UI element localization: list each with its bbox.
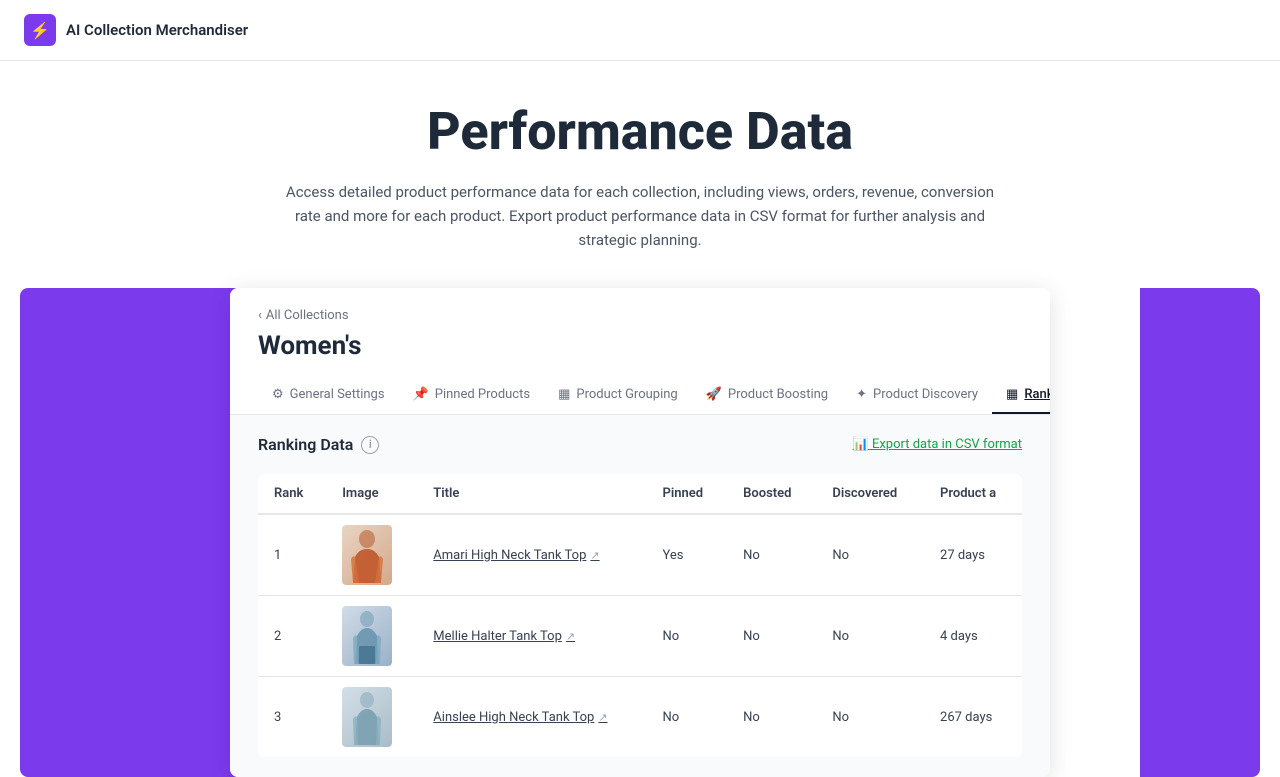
chevron-left-icon: ‹ bbox=[258, 308, 262, 323]
page-description: Access detailed product performance data… bbox=[280, 180, 1000, 252]
discovered-cell: No bbox=[816, 596, 924, 677]
boosted-cell: No bbox=[727, 596, 816, 677]
age-cell: 27 days bbox=[924, 514, 1022, 596]
section-title-text: Ranking Data bbox=[258, 435, 353, 454]
section-title-group: Ranking Data i bbox=[258, 435, 379, 454]
collection-title: Women's bbox=[258, 331, 1022, 361]
rank-cell: 1 bbox=[258, 514, 326, 596]
app-header: ‹ All Collections Women's ⚙ General Sett… bbox=[230, 288, 1050, 415]
col-boosted: Boosted bbox=[727, 474, 816, 514]
product-link-3[interactable]: Ainslee High Neck Tank Top ↗ bbox=[433, 710, 630, 725]
tab-navigation: ⚙ General Settings 📌 Pinned Products ▦ P… bbox=[258, 377, 1022, 414]
product-link-1[interactable]: Amari High Neck Tank Top ↗ bbox=[433, 548, 630, 563]
product-image-1 bbox=[342, 525, 392, 585]
pinned-cell: No bbox=[646, 596, 727, 677]
col-product-age: Product a bbox=[924, 474, 1022, 514]
top-navigation: ⚡ AI Collection Merchandiser bbox=[0, 0, 1280, 61]
app-title: AI Collection Merchandiser bbox=[66, 21, 248, 39]
rank-cell: 2 bbox=[258, 596, 326, 677]
discovery-icon: ✦ bbox=[856, 387, 867, 402]
app-frame: ‹ All Collections Women's ⚙ General Sett… bbox=[230, 288, 1050, 777]
purple-left-bg bbox=[20, 288, 255, 777]
back-link[interactable]: ‹ All Collections bbox=[258, 308, 1022, 323]
pinned-cell: Yes bbox=[646, 514, 727, 596]
col-title: Title bbox=[417, 474, 646, 514]
title-cell: Amari High Neck Tank Top ↗ bbox=[417, 514, 646, 596]
content-area: Ranking Data i 📊 Export data in CSV form… bbox=[230, 415, 1050, 777]
ranking-icon: ▦ bbox=[1006, 387, 1018, 402]
boosted-cell: No bbox=[727, 677, 816, 758]
title-cell: Ainslee High Neck Tank Top ↗ bbox=[417, 677, 646, 758]
table-header-row: Rank Image Title Pinned Boosted Discover… bbox=[258, 474, 1022, 514]
page-title: Performance Data bbox=[427, 101, 853, 162]
age-cell: 267 days bbox=[924, 677, 1022, 758]
section-header: Ranking Data i 📊 Export data in CSV form… bbox=[258, 435, 1022, 454]
col-discovered: Discovered bbox=[816, 474, 924, 514]
tab-pinned[interactable]: 📌 Pinned Products bbox=[399, 377, 545, 414]
col-pinned: Pinned bbox=[646, 474, 727, 514]
external-link-icon: ↗ bbox=[590, 549, 599, 562]
image-cell bbox=[326, 596, 417, 677]
main-content: Performance Data Access detailed product… bbox=[0, 61, 1280, 777]
discovered-cell: No bbox=[816, 677, 924, 758]
product-link-2[interactable]: Mellie Halter Tank Top ↗ bbox=[433, 629, 630, 644]
table-row: 2 bbox=[258, 596, 1022, 677]
product-svg-3 bbox=[345, 689, 389, 745]
image-cell bbox=[326, 514, 417, 596]
col-rank: Rank bbox=[258, 474, 326, 514]
grid-icon: ▦ bbox=[558, 387, 570, 402]
tab-boosting[interactable]: 🚀 Product Boosting bbox=[692, 377, 842, 414]
table-row: 3 bbox=[258, 677, 1022, 758]
pin-icon: 📌 bbox=[413, 387, 429, 402]
info-icon[interactable]: i bbox=[361, 436, 379, 454]
content-wrapper: ‹ All Collections Women's ⚙ General Sett… bbox=[20, 288, 1260, 777]
external-link-icon: ↗ bbox=[598, 711, 607, 724]
export-csv-button[interactable]: 📊 Export data in CSV format bbox=[853, 437, 1022, 452]
age-cell: 4 days bbox=[924, 596, 1022, 677]
col-image: Image bbox=[326, 474, 417, 514]
product-svg-1 bbox=[345, 527, 389, 583]
image-cell bbox=[326, 677, 417, 758]
tab-grouping[interactable]: ▦ Product Grouping bbox=[544, 377, 692, 414]
product-image-3 bbox=[342, 687, 392, 747]
tab-ranking[interactable]: ▦ Ranking Data bbox=[992, 377, 1050, 414]
tab-general[interactable]: ⚙ General Settings bbox=[258, 377, 399, 414]
logo-icon: ⚡ bbox=[24, 14, 56, 46]
purple-right-bg bbox=[1140, 288, 1260, 777]
rank-cell: 3 bbox=[258, 677, 326, 758]
rocket-icon: 🚀 bbox=[706, 387, 722, 402]
ranking-table: Rank Image Title Pinned Boosted Discover… bbox=[258, 474, 1022, 757]
external-link-icon: ↗ bbox=[566, 630, 575, 643]
tab-discovery[interactable]: ✦ Product Discovery bbox=[842, 377, 992, 414]
product-image-2 bbox=[342, 606, 392, 666]
discovered-cell: No bbox=[816, 514, 924, 596]
product-svg-2 bbox=[345, 608, 389, 664]
gear-icon: ⚙ bbox=[272, 387, 284, 402]
boosted-cell: No bbox=[727, 514, 816, 596]
title-cell: Mellie Halter Tank Top ↗ bbox=[417, 596, 646, 677]
pinned-cell: No bbox=[646, 677, 727, 758]
table-row: 1 bbox=[258, 514, 1022, 596]
app-logo: ⚡ AI Collection Merchandiser bbox=[24, 14, 248, 46]
